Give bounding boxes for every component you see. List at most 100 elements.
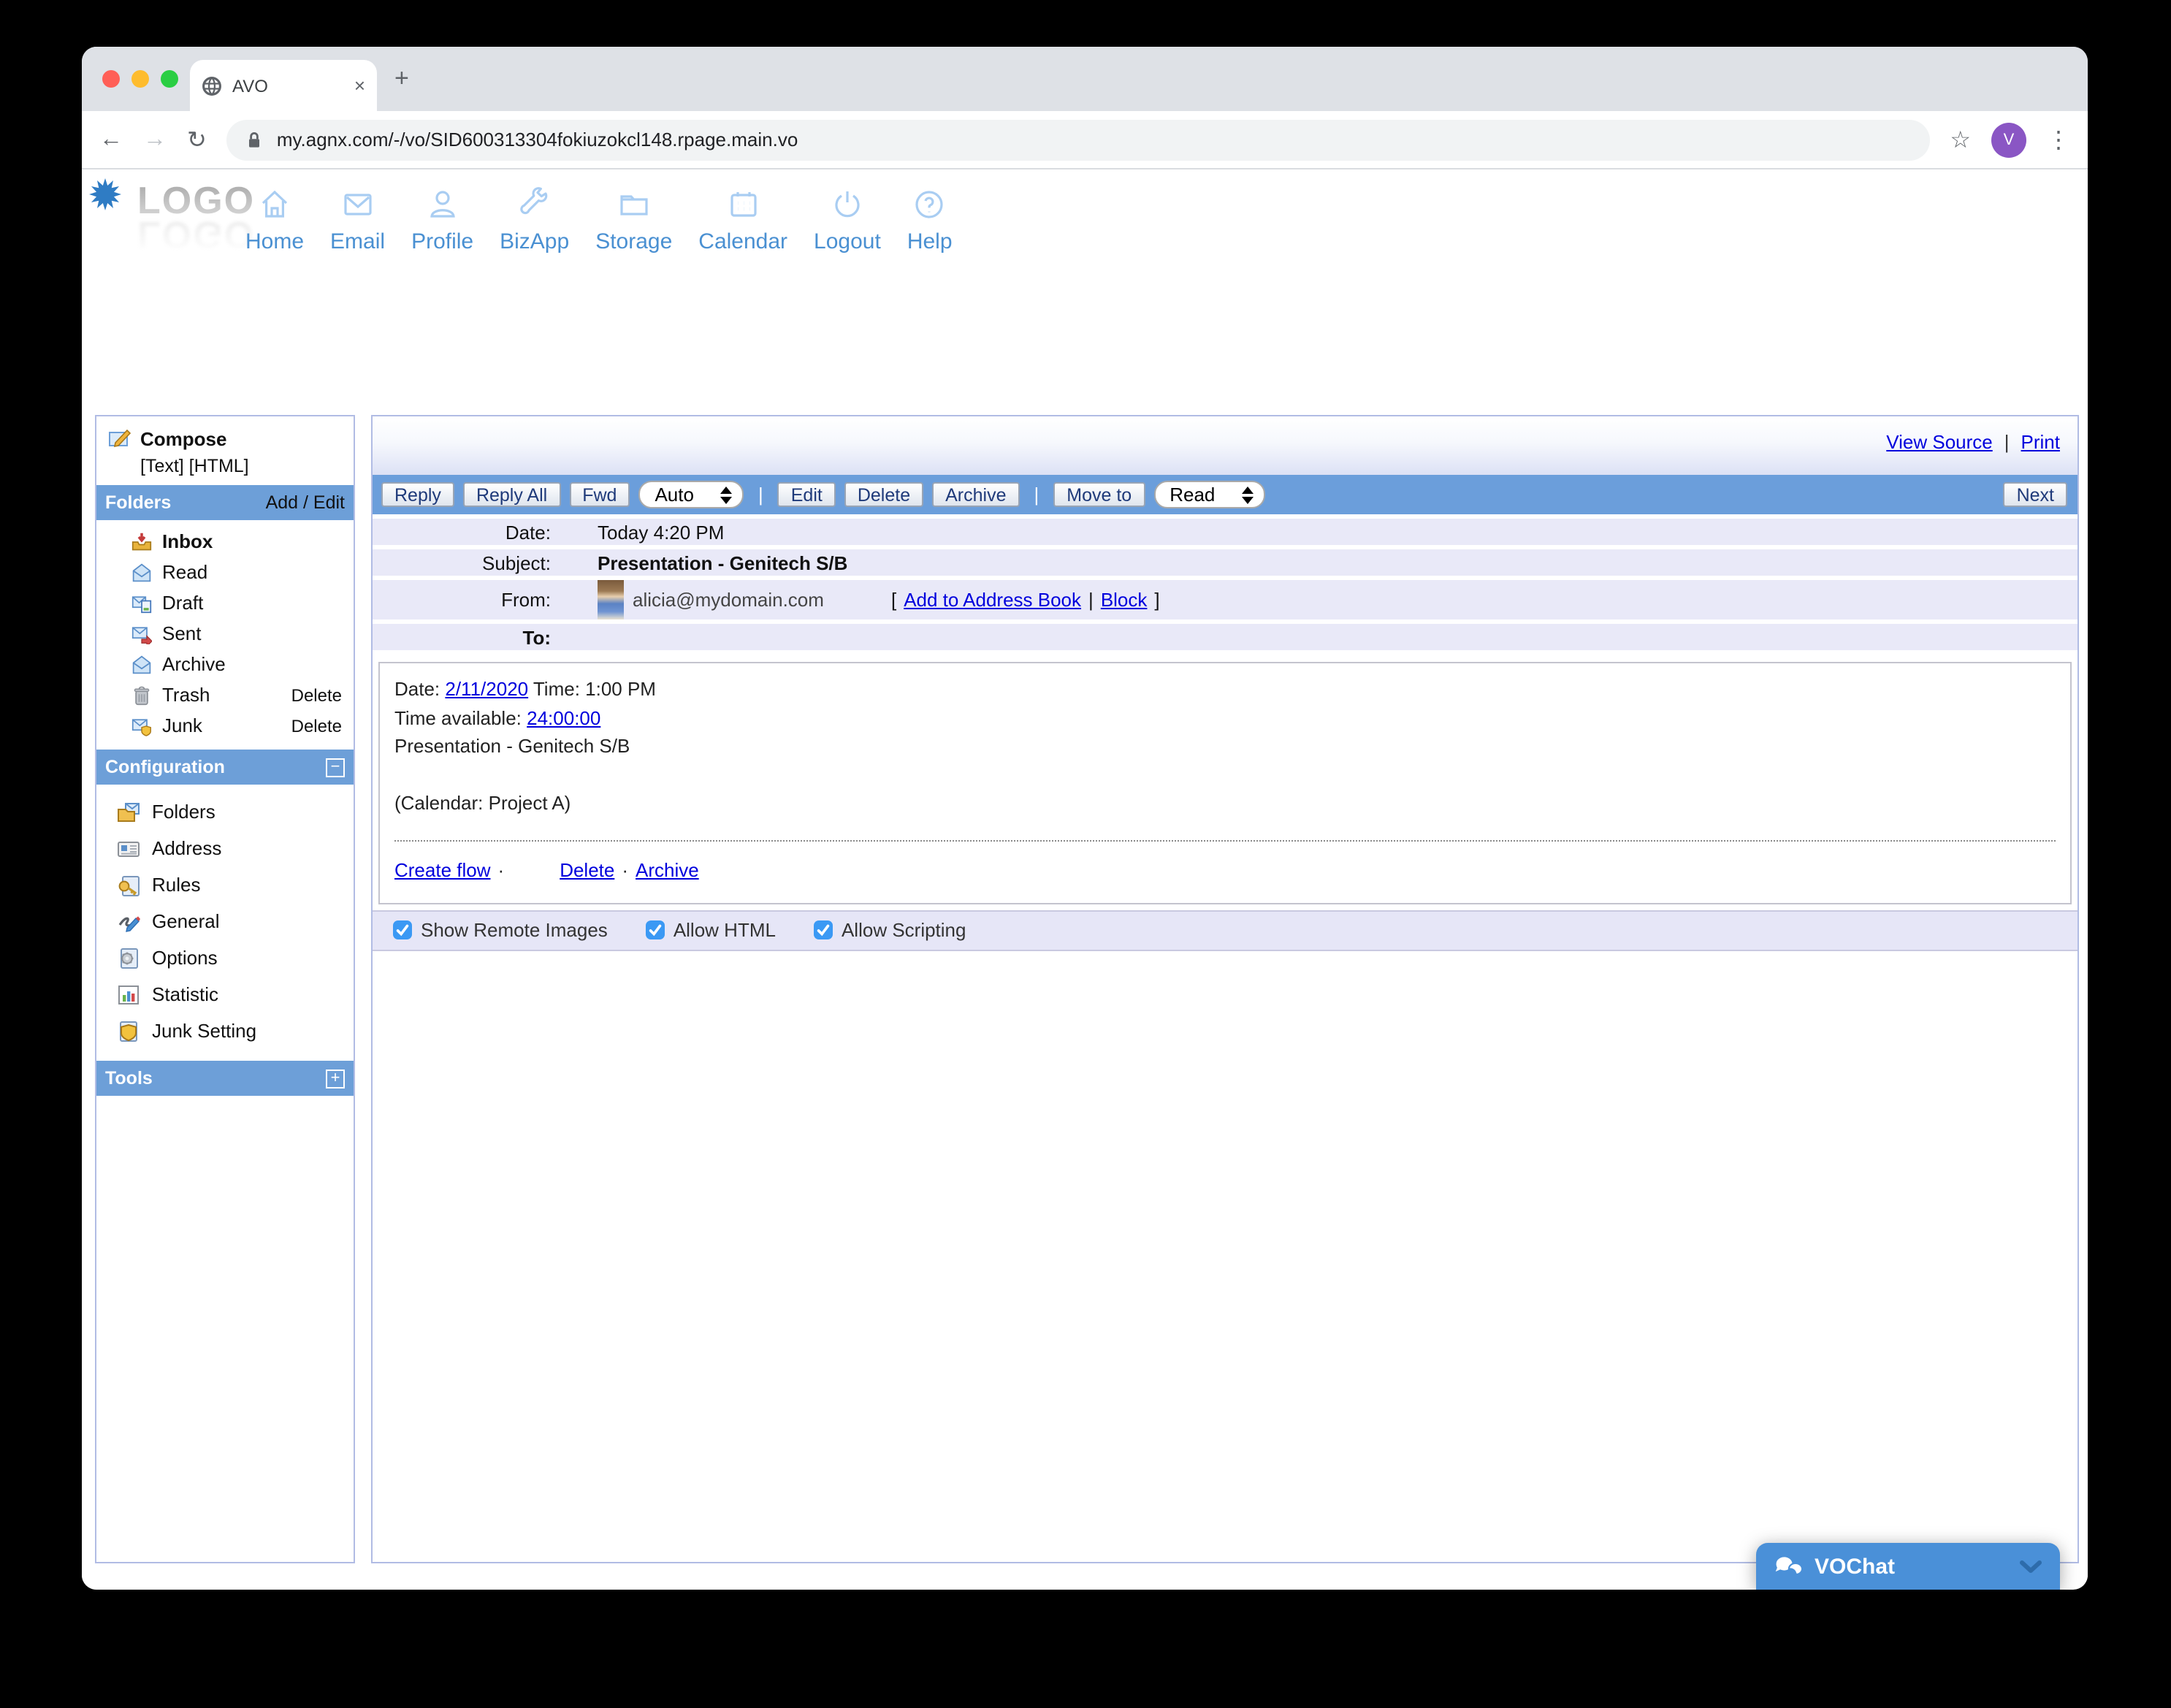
collapse-icon[interactable]: − xyxy=(326,758,345,777)
compose-mode-links[interactable]: [Text] [HTML] xyxy=(96,453,354,485)
bar-chart-icon xyxy=(117,983,140,1006)
configuration-list: Folders Address xyxy=(96,785,354,1061)
wrench-icon xyxy=(517,187,552,222)
edit-button[interactable]: Edit xyxy=(778,482,836,507)
select-arrows-icon xyxy=(1241,486,1253,503)
archive-envelope-icon xyxy=(131,654,152,674)
checkbox-checked-icon xyxy=(646,920,665,939)
allow-html-checkbox[interactable]: Allow HTML xyxy=(646,919,776,941)
compose-button[interactable]: Compose xyxy=(96,416,354,453)
configuration-section-header: Configuration − xyxy=(96,750,354,785)
folders-section-header: Folders Add / Edit xyxy=(96,485,354,520)
nav-item-bizapp[interactable]: BizApp xyxy=(500,187,569,254)
reply-all-button[interactable]: Reply All xyxy=(463,482,560,507)
body-delete-link[interactable]: Delete xyxy=(560,856,614,885)
date-row: Date: Today 4:20 PM xyxy=(373,519,2077,545)
vochat-widget[interactable]: VOChat xyxy=(1756,1543,2060,1590)
auto-select[interactable]: Auto xyxy=(638,481,744,508)
subject-row: Subject: Presentation - Genitech S/B xyxy=(373,549,2077,576)
config-item-statistic[interactable]: Statistic xyxy=(96,976,354,1013)
folder-item-archive[interactable]: Archive xyxy=(96,649,354,679)
view-source-link[interactable]: View Source xyxy=(1886,431,1993,453)
browser-menu-icon[interactable]: ⋮ xyxy=(2047,125,2070,154)
add-to-address-book-link[interactable]: Add to Address Book xyxy=(904,589,1081,611)
forward-button[interactable]: Fwd xyxy=(569,482,630,507)
signature-icon xyxy=(117,910,140,933)
primary-nav: Home Email Profile xyxy=(245,187,953,254)
config-item-options[interactable]: Options xyxy=(96,939,354,976)
site-logo-reflection: LOGO xyxy=(137,216,255,254)
config-item-rules[interactable]: Rules xyxy=(96,866,354,903)
key-icon xyxy=(117,873,140,896)
from-row: From: alicia@mydomain.com [ Add to Addre… xyxy=(373,580,2077,619)
webmail-page: LOGO LOGO Home Email xyxy=(82,169,2088,1588)
trash-icon xyxy=(131,685,152,705)
config-item-general[interactable]: General xyxy=(96,903,354,939)
folder-item-trash[interactable]: Trash Delete xyxy=(96,679,354,710)
nav-item-storage[interactable]: Storage xyxy=(595,187,672,254)
message-body: Date: 2/11/2020 Time: 1:00 PM Time avail… xyxy=(378,662,2072,904)
body-date-link[interactable]: 2/11/2020 xyxy=(445,678,528,700)
toolbar-separator: | xyxy=(752,484,769,506)
next-button[interactable]: Next xyxy=(2004,482,2067,507)
tab-close-icon[interactable]: × xyxy=(354,76,365,95)
block-link[interactable]: Block xyxy=(1101,589,1148,611)
print-link[interactable]: Print xyxy=(2021,431,2060,453)
folder-item-draft[interactable]: Draft xyxy=(96,587,354,618)
reply-button[interactable]: Reply xyxy=(381,482,454,507)
lock-icon xyxy=(245,129,265,150)
email-icon xyxy=(340,187,375,222)
chevron-down-icon[interactable] xyxy=(2019,1560,2042,1573)
folder-item-inbox[interactable]: Inbox xyxy=(96,526,354,557)
browser-toolbar: ← → ↻ my.agnx.com/-/vo/SID600313304fokiu… xyxy=(82,111,2088,169)
folder-item-read[interactable]: Read xyxy=(96,557,354,587)
folder-item-junk[interactable]: Junk Delete xyxy=(96,710,354,741)
nav-item-profile[interactable]: Profile xyxy=(411,187,473,254)
compose-icon xyxy=(108,427,131,450)
checkbox-checked-icon xyxy=(814,920,833,939)
config-item-folders[interactable]: Folders xyxy=(96,793,354,830)
address-bar[interactable]: my.agnx.com/-/vo/SID600313304fokiuzokcl1… xyxy=(227,119,1930,160)
browser-tab[interactable]: AVO × xyxy=(190,60,377,111)
allow-scripting-checkbox[interactable]: Allow Scripting xyxy=(814,919,966,941)
folder-item-sent[interactable]: Sent xyxy=(96,618,354,649)
create-flow-link[interactable]: Create flow xyxy=(394,856,491,885)
date-value: Today 4:20 PM xyxy=(565,521,724,543)
config-item-junk-setting[interactable]: Junk Setting xyxy=(96,1013,354,1049)
expand-icon[interactable]: + xyxy=(326,1069,345,1088)
folders-add-edit-link[interactable]: Add / Edit xyxy=(266,492,345,513)
junk-delete-link[interactable]: Delete xyxy=(291,715,342,736)
read-select[interactable]: Read xyxy=(1153,481,1264,508)
nav-item-calendar[interactable]: Calendar xyxy=(698,187,787,254)
shield-icon xyxy=(117,1019,140,1042)
minimize-window-button[interactable] xyxy=(131,70,149,88)
back-icon[interactable]: ← xyxy=(99,126,123,153)
delete-button[interactable]: Delete xyxy=(844,482,923,507)
nav-item-home[interactable]: Home xyxy=(245,187,304,254)
new-tab-button[interactable]: + xyxy=(394,64,409,94)
header-links: View Source | Print xyxy=(1886,431,2060,453)
nav-item-logout[interactable]: Logout xyxy=(814,187,881,254)
move-to-button[interactable]: Move to xyxy=(1053,482,1145,507)
message-panel-header: View Source | Print xyxy=(373,416,2077,475)
close-window-button[interactable] xyxy=(102,70,120,88)
config-item-address[interactable]: Address xyxy=(96,830,354,866)
archive-button[interactable]: Archive xyxy=(932,482,1019,507)
date-label: Date: xyxy=(373,521,565,543)
subject-value: Presentation - Genitech S/B xyxy=(565,552,847,573)
browser-profile-avatar[interactable]: V xyxy=(1991,122,2026,157)
profile-icon xyxy=(425,187,460,222)
forward-icon: → xyxy=(143,126,167,153)
from-label: From: xyxy=(373,589,565,611)
trash-delete-link[interactable]: Delete xyxy=(291,685,342,705)
show-remote-images-checkbox[interactable]: Show Remote Images xyxy=(393,919,608,941)
body-time-link[interactable]: 24:00:00 xyxy=(527,706,600,728)
message-panel: View Source | Print Reply Reply All Fwd … xyxy=(371,415,2079,1563)
nav-item-help[interactable]: Help xyxy=(907,187,953,254)
reload-icon[interactable]: ↻ xyxy=(187,125,207,154)
select-arrows-icon xyxy=(720,486,732,503)
nav-item-email[interactable]: Email xyxy=(330,187,385,254)
body-archive-link[interactable]: Archive xyxy=(636,856,699,885)
bookmark-star-icon[interactable]: ☆ xyxy=(1950,125,1971,154)
zoom-window-button[interactable] xyxy=(161,70,178,88)
